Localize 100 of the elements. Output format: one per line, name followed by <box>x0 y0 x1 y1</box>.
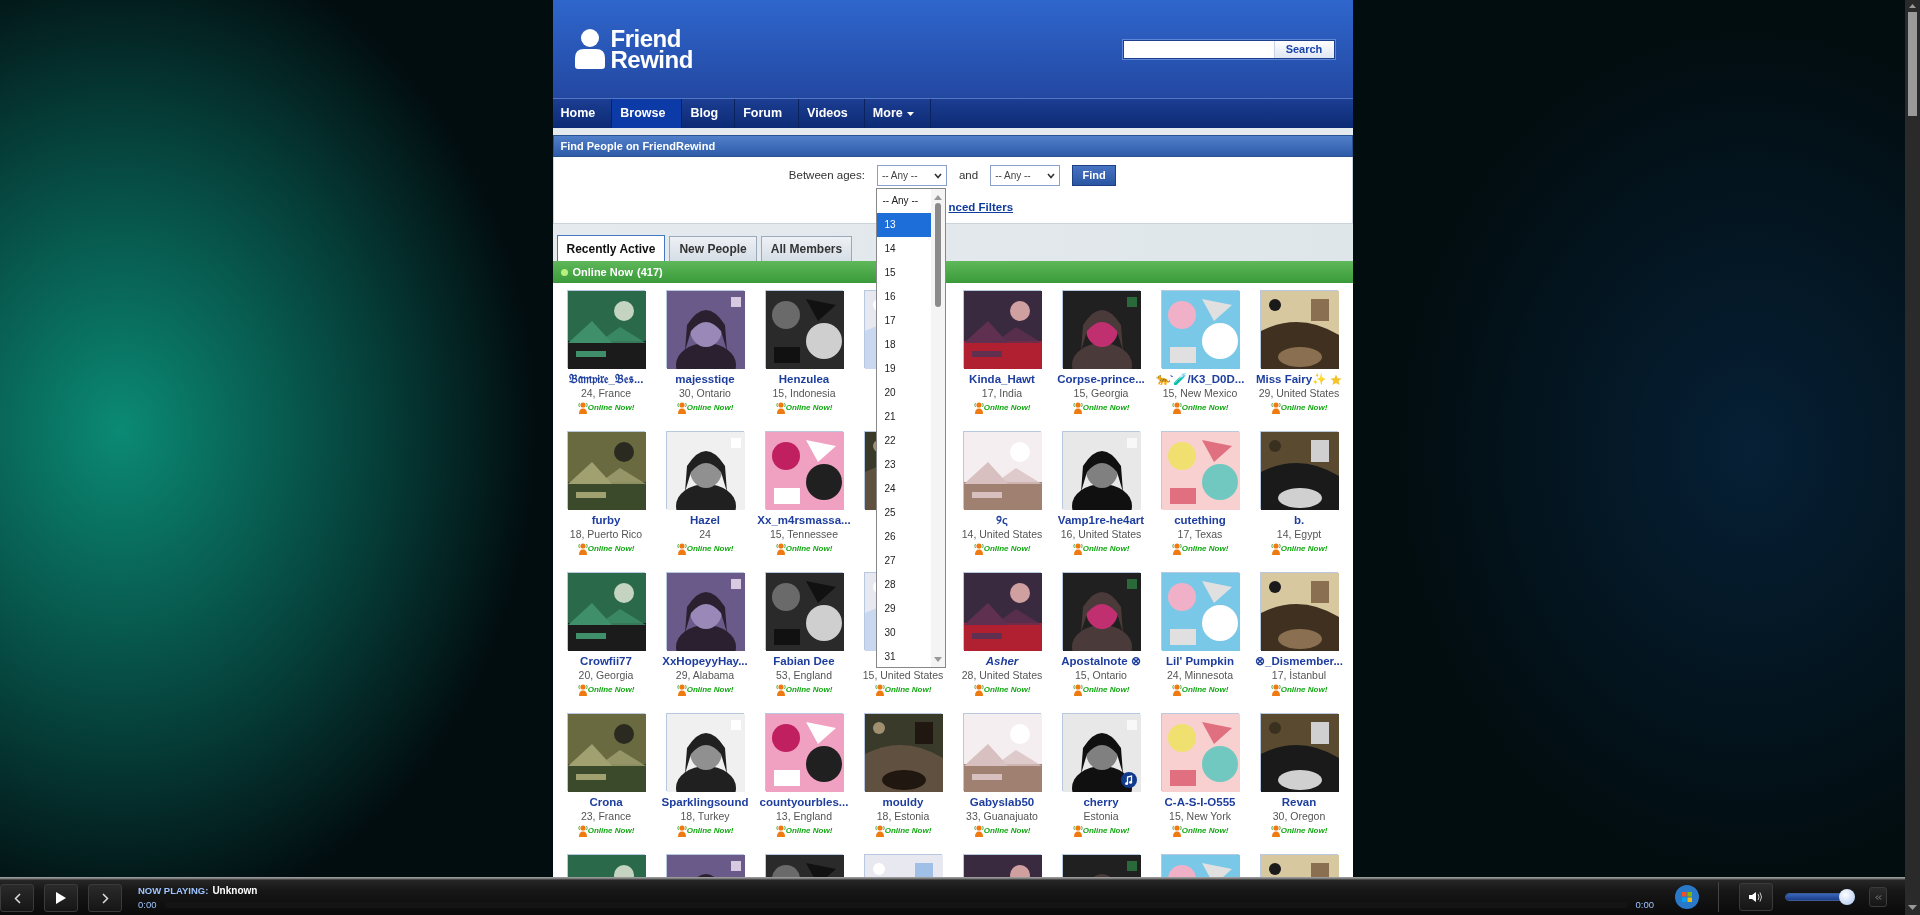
nav-tab[interactable]: More <box>864 99 931 128</box>
person-icon <box>1072 401 1083 414</box>
member-name[interactable]: Asher <box>985 654 1019 669</box>
status-label: Online Now! <box>686 543 734 555</box>
member-name[interactable]: Miss Fairy✨ <box>1255 372 1327 387</box>
member-info: 16, United States <box>1060 528 1142 541</box>
member-name[interactable]: 𝔅𝔞𝔪𝔭𝔦𝔯𝔢_𝔅𝔢𝔰... <box>568 372 644 387</box>
dropdown-option[interactable]: 29 <box>876 597 931 621</box>
member-name[interactable]: Xx_m4rsmassa... <box>757 513 851 528</box>
dropdown-option[interactable]: 25 <box>876 501 931 525</box>
member-info: 15, Tennessee <box>769 528 839 541</box>
dropdown-option[interactable]: 27 <box>876 549 931 573</box>
tab[interactable]: All Members <box>760 236 853 261</box>
member-name[interactable]: Gabyslab50 <box>969 795 1035 810</box>
person-icon <box>676 542 687 555</box>
member-name[interactable]: countyourbles... <box>759 795 849 810</box>
member-name[interactable]: Corpse-prince... <box>1057 372 1145 387</box>
age-select[interactable]: -- Any -- <box>990 165 1061 186</box>
status-label: Online Now! <box>686 684 734 696</box>
member-name[interactable]: Crowfii77 <box>580 654 632 669</box>
person-icon <box>1072 683 1083 696</box>
member-name[interactable]: Sparklingsound <box>661 795 749 810</box>
dropdown-option[interactable]: 24 <box>876 477 931 501</box>
member-name[interactable]: Apostalnote ⊗ <box>1061 654 1141 669</box>
member-name[interactable]: 🐆`🧪/K3_D0D... <box>1155 372 1245 387</box>
status-label: Online Now! <box>1082 825 1130 837</box>
nav-tab[interactable]: Forum <box>735 99 800 128</box>
dropdown-option[interactable]: 15 <box>876 261 931 285</box>
person-icon <box>577 401 588 414</box>
status-label: Online Now! <box>1082 402 1130 414</box>
section-title: Find People on FriendRewind <box>552 135 1353 157</box>
member-info: 53, England <box>775 669 833 682</box>
person-icon <box>1072 824 1083 837</box>
status-label: Online Now! <box>785 825 833 837</box>
member-info: 17, India <box>981 387 1023 400</box>
member-name[interactable]: ⊗_Dismember... <box>1255 654 1343 669</box>
play-button[interactable] <box>44 884 78 912</box>
person-icon <box>577 824 588 837</box>
member-name[interactable]: XxHopeyyHay... <box>662 654 748 669</box>
nav-tab[interactable]: Browse <box>612 99 683 128</box>
volume-button[interactable] <box>1739 883 1773 911</box>
member-info: 15, Ontario <box>1075 669 1127 682</box>
dropdown-option[interactable]: 18 <box>876 333 931 357</box>
member-name[interactable]: Crona <box>589 795 623 810</box>
member-name[interactable]: cherry <box>1083 795 1119 810</box>
filter-label: and <box>958 167 979 183</box>
member-name[interactable]: Kinda_Hawt <box>969 372 1035 387</box>
tab[interactable]: Recently Active <box>556 235 666 261</box>
dropdown-option[interactable]: 13 <box>876 213 931 237</box>
member-name[interactable]: Henzulea <box>778 372 830 387</box>
filters-link[interactable]: nced Filters <box>948 199 1014 217</box>
dropdown-option[interactable]: 21 <box>876 405 931 429</box>
member-info: 30, Oregon <box>1272 810 1326 823</box>
nav-tab[interactable]: Blog <box>682 99 736 128</box>
dropdown-option[interactable]: 28 <box>876 573 931 597</box>
member-name[interactable]: Fabian Dee <box>773 654 835 669</box>
status-label: Online Now! <box>587 543 635 555</box>
next-button[interactable] <box>88 884 122 912</box>
elapsed-time: 0:00 <box>138 897 157 912</box>
member-name[interactable]: majesstiqe <box>675 372 735 387</box>
status-label: Online Now! <box>1280 825 1328 837</box>
tab[interactable]: New People <box>669 236 757 261</box>
member-name[interactable]: Vamp1re-he4art <box>1057 513 1145 528</box>
status-label: Online Now! <box>1280 402 1328 414</box>
dropdown-option[interactable]: 17 <box>876 309 931 333</box>
dropdown-option[interactable]: 19 <box>876 357 931 381</box>
member-name[interactable]: Lil' Pumpkin <box>1166 654 1234 669</box>
dropdown-option[interactable]: 22 <box>876 429 931 453</box>
member-info: 14, Egypt <box>1276 528 1322 541</box>
status-label: Online Now! <box>1181 684 1229 696</box>
find-button[interactable]: Find <box>1072 165 1117 186</box>
member-name[interactable]: ୨ς <box>996 513 1008 528</box>
member-info: 28, United States <box>961 669 1043 682</box>
person-icon <box>775 824 786 837</box>
previous-button[interactable] <box>0 884 34 912</box>
dropdown-option[interactable]: 30 <box>876 621 931 645</box>
member-name[interactable]: furby <box>591 513 621 528</box>
double-chevron-icon <box>1874 894 1882 900</box>
nav-tab[interactable]: Videos <box>799 99 865 128</box>
dropdown-option[interactable]: 23 <box>876 453 931 477</box>
dropdown-option[interactable]: 16 <box>876 285 931 309</box>
age-select[interactable]: -- Any -- <box>876 165 947 186</box>
speaker-icon <box>1748 891 1764 903</box>
member-name[interactable]: cutething <box>1174 513 1226 528</box>
member-name[interactable]: b. <box>1293 513 1305 528</box>
chevron-down-icon <box>933 172 942 179</box>
member-name[interactable]: Revan <box>1281 795 1317 810</box>
orb-icon <box>1674 884 1700 910</box>
member-name[interactable]: Hazel <box>689 513 720 528</box>
dropdown-option[interactable]: 26 <box>876 525 931 549</box>
dropdown-option[interactable]: 20 <box>876 381 931 405</box>
person-icon <box>1270 824 1281 837</box>
status-label: Online Now! <box>785 402 833 414</box>
member-name[interactable]: mouldy <box>882 795 924 810</box>
dropdown-option[interactable]: 31 <box>876 645 931 669</box>
person-icon <box>1171 824 1182 837</box>
member-name[interactable]: C-A-S-I-O555 <box>1164 795 1236 810</box>
section-label: Online Now <box>572 264 633 280</box>
dropdown-option[interactable]: -- Any -- <box>876 189 931 213</box>
dropdown-option[interactable]: 14 <box>876 237 931 261</box>
